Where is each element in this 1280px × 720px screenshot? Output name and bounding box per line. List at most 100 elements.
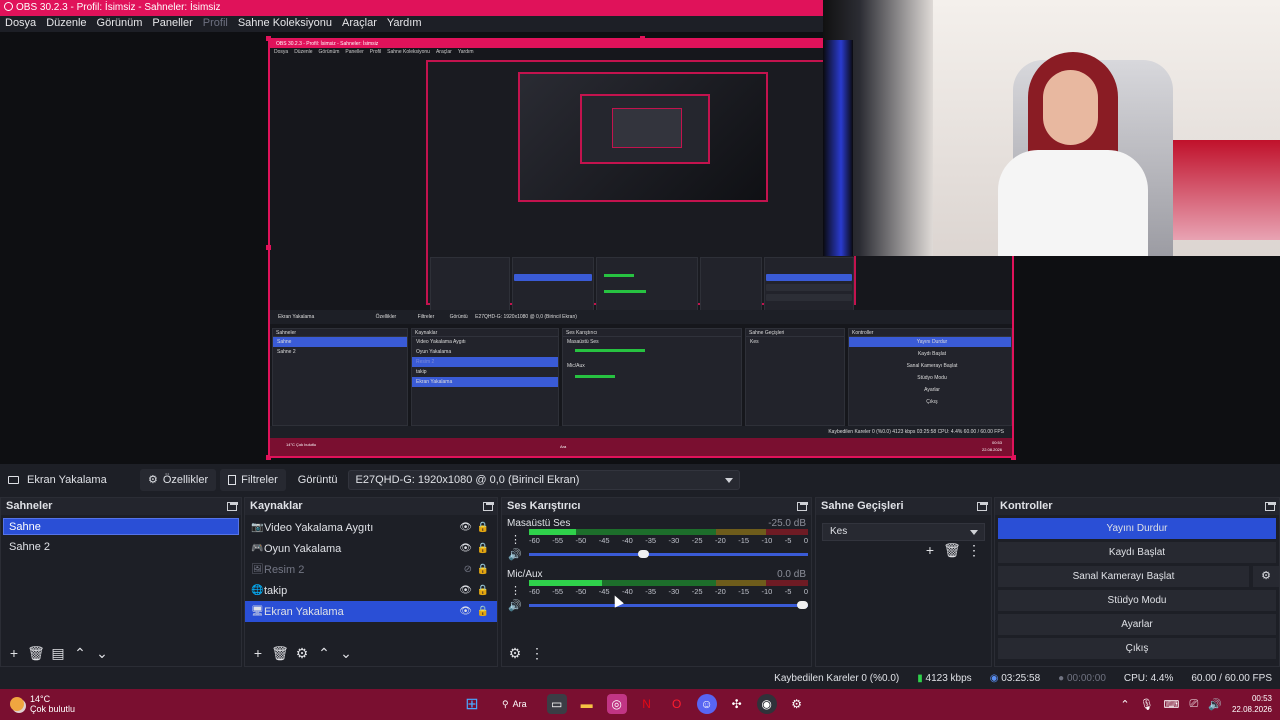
scale-tick: -45 — [598, 536, 610, 545]
network-icon[interactable]: ⎚ — [1189, 698, 1198, 711]
filter-icon[interactable]: ▤ — [49, 644, 67, 662]
instagram-icon[interactable]: ◎ — [606, 694, 627, 714]
menu-scene-collection[interactable]: Sahne Koleksiyonu — [233, 16, 337, 31]
kebab-menu-icon[interactable]: ⋮ — [528, 644, 546, 662]
chevron-up-icon[interactable]: ⌃ — [71, 644, 89, 662]
eye-hidden-icon[interactable]: ⊘ — [464, 564, 472, 575]
source-item[interactable]: 📷 Video Yakalama Aygıtı 👁 🔒 — [245, 517, 497, 538]
weather-widget[interactable]: 14°C Çok bulutlu — [10, 694, 75, 714]
gear-icon[interactable]: ⚙ — [293, 644, 311, 662]
speaker-icon[interactable]: 🔊 — [508, 548, 522, 561]
transition-select[interactable]: Kes — [822, 523, 985, 541]
display-select[interactable]: E27QHD-G: 1920x1080 @ 0,0 (Birincil Ekra… — [347, 470, 740, 490]
source-item[interactable]: 🖼 Resim 2 ⊘ 🔒 — [245, 559, 497, 580]
eye-icon[interactable]: 👁 — [459, 543, 472, 554]
volume-slider[interactable] — [529, 601, 808, 609]
kebab-menu-icon[interactable]: ⋮ — [965, 541, 983, 559]
trash-icon[interactable]: 🗑 — [271, 644, 289, 662]
menu-help[interactable]: Yardım — [382, 16, 427, 31]
slider-knob[interactable] — [637, 550, 649, 558]
keyboard-icon[interactable]: ⌨ — [1164, 698, 1180, 711]
chevron-up-icon[interactable]: ⌃ — [315, 644, 333, 662]
trash-icon[interactable]: 🗑 — [27, 644, 45, 662]
exit-button[interactable]: Çıkış — [998, 638, 1276, 659]
float-dock-icon[interactable] — [227, 502, 238, 511]
stop-stream-button[interactable]: Yayını Durdur — [998, 518, 1276, 539]
lock-icon[interactable]: 🔒 — [477, 564, 489, 575]
menu-docks[interactable]: Paneller — [147, 16, 197, 31]
float-dock-icon[interactable] — [977, 502, 988, 511]
eye-icon[interactable]: 👁 — [459, 585, 472, 596]
source-item[interactable]: 🎮 Oyun Yakalama 👁 🔒 — [245, 538, 497, 559]
settings-button[interactable]: Ayarlar — [998, 614, 1276, 635]
resize-handle[interactable] — [266, 245, 271, 250]
opera-icon[interactable]: O — [667, 694, 687, 714]
signal-icon: ▮ — [917, 673, 923, 684]
scenes-dock-header: Sahneler — [1, 498, 241, 515]
windows-start-icon[interactable]: ⊞ — [462, 694, 482, 714]
steam-icon[interactable]: ⚙ — [787, 694, 807, 714]
discord-icon[interactable]: ☺ — [696, 694, 717, 714]
start-virtualcam-button[interactable]: Sanal Kamerayı Başlat ⚙ — [998, 566, 1279, 587]
chevron-down-icon[interactable]: ⌄ — [337, 644, 355, 662]
filters-button[interactable]: Filtreler — [220, 469, 286, 491]
menu-file[interactable]: Dosya — [0, 16, 41, 31]
properties-button[interactable]: ⚙ Özellikler — [140, 469, 217, 491]
source-item[interactable]: 🖥 Ekran Yakalama 👁 🔒 — [245, 601, 497, 622]
float-dock-icon[interactable] — [797, 502, 808, 511]
volume-slider[interactable] — [529, 550, 808, 558]
scene-item[interactable]: Sahne — [3, 518, 239, 535]
menu-edit[interactable]: Düzenle — [41, 16, 91, 31]
scenes-dock: Sahneler Sahne Sahne 2 + 🗑 ▤ ⌃ ⌄ — [0, 497, 242, 667]
gear-icon[interactable]: ⚙ — [506, 644, 524, 662]
settings-app-icon[interactable]: ✣ — [727, 694, 747, 714]
volume-icon[interactable]: 🔊 — [1208, 698, 1222, 711]
trash-icon[interactable]: 🗑 — [943, 541, 961, 559]
lock-icon[interactable]: 🔒 — [477, 522, 489, 533]
scene-item[interactable]: Sahne 2 — [3, 538, 239, 555]
resize-handle[interactable] — [640, 36, 645, 41]
source-label: Resim 2 — [264, 563, 305, 576]
record-time: ● 00:00:00 — [1058, 673, 1106, 684]
lock-icon[interactable]: 🔒 — [477, 543, 489, 554]
source-item[interactable]: 🌐 takip 👁 🔒 — [245, 580, 497, 601]
kebab-menu-icon[interactable]: ⋮ — [510, 533, 521, 546]
file-explorer-icon[interactable]: ▬ — [577, 694, 597, 714]
gear-icon[interactable]: ⚙ — [1253, 566, 1279, 587]
source-label: Video Yakalama Aygıtı — [264, 521, 374, 534]
slider-knob[interactable] — [797, 601, 808, 609]
netflix-icon[interactable]: N — [637, 694, 657, 714]
microphone-icon[interactable]: 🎙 — [1140, 698, 1154, 711]
menu-profile[interactable]: Profil — [198, 16, 233, 31]
nested-source-item: Oyun Yakalama — [416, 349, 452, 355]
properties-label: Özellikler — [162, 474, 209, 486]
add-icon[interactable]: + — [921, 541, 939, 559]
studio-mode-button[interactable]: Stüdyo Modu — [998, 590, 1276, 611]
obs-app-icon[interactable]: ◉ — [756, 694, 777, 714]
clock[interactable]: 00:53 22.08.2026 — [1232, 693, 1272, 715]
nested-control-button: Çıkış — [926, 399, 938, 405]
speaker-icon[interactable]: 🔊 — [508, 599, 522, 612]
record-time-value: 00:00:00 — [1066, 673, 1106, 684]
add-icon[interactable]: + — [249, 644, 267, 662]
menu-view[interactable]: Görünüm — [92, 16, 148, 31]
float-dock-icon[interactable] — [483, 502, 494, 511]
mixer-dock-header: Ses Karıştırıcı — [502, 498, 811, 515]
mini-meter — [604, 274, 634, 277]
float-dock-icon[interactable] — [1265, 502, 1276, 511]
eye-icon[interactable]: 👁 — [459, 522, 472, 533]
add-icon[interactable]: + — [5, 644, 23, 662]
menu-tools[interactable]: Araçlar — [337, 16, 382, 31]
lock-icon[interactable]: 🔒 — [477, 606, 489, 617]
start-record-button[interactable]: Kaydı Başlat — [998, 542, 1276, 563]
resize-handle[interactable] — [266, 36, 271, 41]
taskbar-apps: ⊞ ⚲ Ara ▭ ▬ ◎ N O ☺ ✣ ◉ ⚙ — [462, 694, 807, 714]
eye-icon[interactable]: 👁 — [459, 606, 472, 617]
kebab-menu-icon[interactable]: ⋮ — [510, 584, 521, 597]
taskbar-search[interactable]: ⚲ Ara — [492, 694, 537, 714]
recursive-tunnel — [580, 94, 710, 164]
lock-icon[interactable]: 🔒 — [477, 585, 489, 596]
chevron-up-icon[interactable]: ⌃ — [1120, 698, 1129, 711]
chevron-down-icon[interactable]: ⌄ — [93, 644, 111, 662]
task-view-icon[interactable]: ▭ — [546, 694, 567, 714]
